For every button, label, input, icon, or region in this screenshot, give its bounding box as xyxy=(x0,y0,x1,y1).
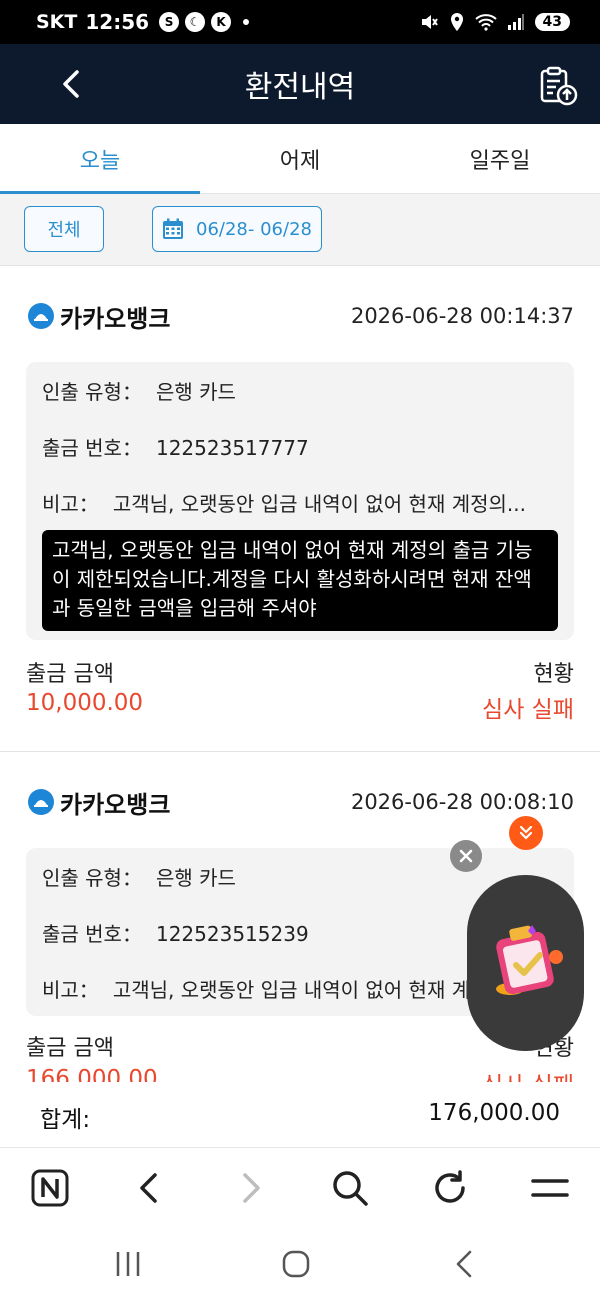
withdraw-number-label: 출금 번호： xyxy=(42,436,142,460)
remark-label: 비고： xyxy=(42,492,99,516)
back-icon[interactable] xyxy=(446,1246,482,1282)
withdraw-type-value: 은행 카드 xyxy=(155,866,236,890)
wifi-icon xyxy=(474,14,497,31)
withdraw-number-value: 122523515239 xyxy=(155,922,309,946)
withdraw-number-value: 122523517777 xyxy=(155,436,309,460)
withdraw-type-label: 인출 유형： xyxy=(42,866,142,890)
total-bar: 합계: 176,000.00 xyxy=(0,1082,600,1148)
notification-icons: S ☾ K xyxy=(159,12,250,32)
forward-icon[interactable] xyxy=(230,1168,270,1208)
home-icon[interactable] xyxy=(278,1246,314,1282)
close-floating-button[interactable] xyxy=(450,840,482,872)
more-notifications-dot-icon xyxy=(243,19,250,25)
refresh-icon[interactable] xyxy=(430,1168,470,1208)
withdraw-type-value: 은행 카드 xyxy=(155,380,236,404)
back-icon[interactable] xyxy=(130,1168,170,1208)
scroll-down-button[interactable] xyxy=(509,816,543,850)
signal-icon xyxy=(507,14,524,30)
search-icon[interactable] xyxy=(330,1168,370,1208)
withdraw-number-label: 출금 번호： xyxy=(42,922,142,946)
status-label: 현황 xyxy=(533,662,574,687)
status-value: 심사 실패 xyxy=(482,1066,574,1082)
record-header: 카카오뱅크 2026-06-28 00:14:37 xyxy=(28,300,574,333)
remark-value: 고객님, 오랫동안 입금 내역이 없어 현재 계정의... xyxy=(112,978,526,1002)
remark-row[interactable]: 비고： 고객님, 오랫동안 입금 내역이 없어 현재 계정의... xyxy=(42,488,562,517)
period-tabs: 오늘 어제 일주일 xyxy=(0,124,600,194)
tab-today[interactable]: 오늘 xyxy=(0,124,200,194)
bank-name: 카카오뱅크 xyxy=(60,790,171,819)
withdraw-number-row: 출금 번호： 122523515239 xyxy=(42,918,309,947)
chevron-left-icon[interactable] xyxy=(54,66,90,102)
page-title: 환전내역 xyxy=(244,70,356,105)
clipboard-upload-icon[interactable] xyxy=(536,64,580,108)
recent-apps-icon[interactable] xyxy=(110,1246,146,1282)
withdrawal-record: 카카오뱅크 2026-06-28 00:14:37 인출 유형： 은행 카드 출금… xyxy=(0,266,600,752)
amount-value: 10,000.00 xyxy=(26,690,144,716)
battery-indicator: 43 xyxy=(534,13,570,31)
double-chevron-down-icon xyxy=(519,825,533,840)
naver-n-icon[interactable] xyxy=(30,1168,70,1208)
carrier-label: SKT xyxy=(36,11,78,33)
amount-label: 출금 금액 xyxy=(26,662,114,687)
date-range-button[interactable]: 06/28- 06/28 xyxy=(152,206,322,252)
menu-icon[interactable] xyxy=(530,1168,570,1208)
withdraw-type-row: 인출 유형： 은행 카드 xyxy=(42,376,236,405)
withdraw-type-row: 인출 유형： 은행 카드 xyxy=(42,862,236,891)
withdraw-type-label: 인출 유형： xyxy=(42,380,142,404)
close-icon xyxy=(459,849,473,863)
amount-value: 166,000.00 xyxy=(26,1066,158,1082)
remark-label: 비고： xyxy=(42,978,99,1002)
notification-app-icon: S xyxy=(159,12,180,32)
date-range-label: 06/28- 06/28 xyxy=(196,218,312,240)
record-header: 카카오뱅크 2026-06-28 00:08:10 xyxy=(28,786,574,819)
notification-k-icon: K xyxy=(211,12,232,32)
status-bar: SKT 12:56 S ☾ K 43 xyxy=(0,0,600,44)
status-value: 심사 실패 xyxy=(482,697,574,723)
tab-week[interactable]: 일주일 xyxy=(400,124,600,193)
amount-label: 출금 금액 xyxy=(26,1036,114,1061)
filter-all-button[interactable]: 전체 xyxy=(24,206,104,252)
bank-logo-icon xyxy=(28,789,54,815)
mute-icon xyxy=(421,15,438,29)
record-detail-card: 인출 유형： 은행 카드 출금 번호： 122523517777 비고： 고객님, 오… xyxy=(26,362,574,640)
filter-bar: 전체 06/28- 06/28 xyxy=(0,194,600,266)
location-icon xyxy=(450,13,463,31)
calendar-icon xyxy=(163,218,184,239)
total-label: 합계: xyxy=(40,1107,91,1133)
system-nav-bar xyxy=(0,1228,600,1300)
browser-toolbar xyxy=(0,1148,600,1228)
floating-promo-bubble[interactable] xyxy=(467,875,584,1051)
reward-clipboard-icon xyxy=(495,925,563,995)
tab-yesterday[interactable]: 어제 xyxy=(200,124,400,193)
total-value: 176,000.00 xyxy=(428,1100,560,1126)
record-datetime: 2026-06-28 00:14:37 xyxy=(350,304,574,328)
app-header: 환전내역 xyxy=(0,44,600,124)
bank-name: 카카오뱅크 xyxy=(60,304,171,333)
notification-moon-icon: ☾ xyxy=(185,12,206,32)
remark-value: 고객님, 오랫동안 입금 내역이 없어 현재 계정의... xyxy=(112,492,526,516)
bank-logo-icon xyxy=(28,303,54,329)
record-datetime: 2026-06-28 00:08:10 xyxy=(350,790,574,814)
clock: 12:56 xyxy=(85,10,150,34)
withdraw-number-row: 출금 번호： 122523517777 xyxy=(42,432,309,461)
remark-tooltip: 고객님, 오랫동안 입금 내역이 없어 현재 계정의 출금 기능이 제한되었습니… xyxy=(42,530,558,631)
